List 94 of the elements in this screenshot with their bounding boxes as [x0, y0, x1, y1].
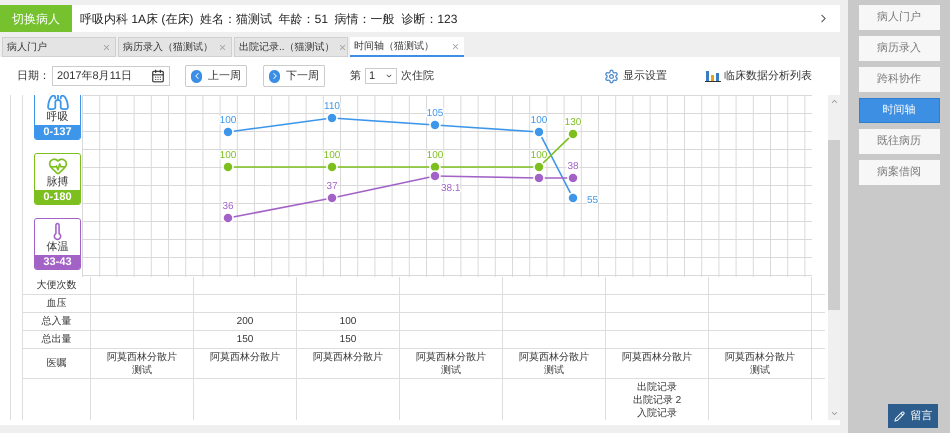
data-label: 55 — [587, 195, 598, 206]
data-label: 37 — [326, 181, 338, 192]
settings-icon — [604, 68, 619, 84]
table-cell-text: 阿莫西林分散片 — [313, 351, 383, 364]
admission-suffix: 次住院 — [401, 68, 434, 84]
side-nav-item[interactable]: 既往病历 — [858, 129, 940, 154]
data-point — [533, 126, 545, 138]
data-point — [326, 112, 338, 124]
data-label: 36 — [222, 201, 234, 212]
data-label: 100 — [530, 115, 548, 126]
table-cell-text: 测试 — [544, 364, 564, 377]
scroll-down-icon[interactable] — [830, 409, 838, 418]
data-label: 100 — [324, 150, 340, 161]
legend-range: 0-180 — [35, 190, 80, 204]
data-label: 105 — [426, 108, 444, 119]
close-icon[interactable] — [218, 42, 227, 52]
row-label: 医嘱 — [46, 357, 66, 371]
display-settings-button[interactable]: 显示设置 — [604, 68, 667, 84]
data-point — [326, 192, 338, 204]
admission-prefix: 第 — [350, 68, 361, 84]
admission-select[interactable]: 1 — [365, 68, 397, 84]
scroll-up-icon[interactable] — [830, 97, 838, 106]
close-icon[interactable] — [451, 42, 460, 50]
patient-info: 呼吸内科 1A床 (在床) 姓名：猫测试 年龄：51 病情：一般 诊断：123 — [80, 10, 458, 28]
message-button[interactable]: 留言 — [888, 404, 938, 428]
close-icon[interactable] — [102, 42, 111, 52]
chevron-left-icon — [191, 70, 202, 82]
tab[interactable]: 时间轴（猫测试） — [350, 37, 464, 57]
scroll-thumb[interactable] — [828, 140, 840, 310]
dropdown-icon — [385, 72, 393, 80]
data-point — [222, 212, 234, 224]
data-label: 100 — [220, 115, 236, 126]
table-cell-text: 入院记录 — [637, 407, 677, 420]
data-point — [567, 192, 579, 204]
data-label: 130 — [564, 117, 582, 128]
close-icon[interactable] — [338, 42, 347, 52]
data-label: 38 — [567, 161, 579, 172]
side-nav-item[interactable]: 病历录入 — [858, 36, 940, 61]
calendar-icon[interactable] — [151, 69, 165, 83]
table-cell-text: 阿莫西林分散片 — [622, 351, 692, 364]
date-field[interactable]: 2017年8月11日 — [52, 66, 170, 86]
table-cell-text: 100 — [340, 315, 356, 328]
table-cell-text: 150 — [236, 333, 254, 346]
pencil-icon — [894, 410, 904, 422]
table-cell-text: 阿莫西林分散片 — [107, 351, 177, 364]
table-cell-text: 测试 — [441, 364, 461, 377]
table-cell-text: 阿莫西林分散片 — [210, 351, 280, 364]
side-nav-item[interactable]: 病人门户 — [858, 5, 940, 30]
table-cell-text: 200 — [236, 315, 254, 328]
data-point — [429, 161, 441, 173]
data-point — [326, 161, 338, 173]
data-point — [533, 172, 545, 184]
data-label: 110 — [324, 101, 340, 112]
prev-week-button[interactable]: 上一周 — [185, 65, 247, 87]
data-point — [429, 170, 441, 182]
legend-name: 体温 — [46, 241, 68, 254]
table-cell-text: 出院记录 — [637, 381, 677, 394]
table-cell-text: 150 — [340, 333, 356, 346]
legend-range: 33-43 — [35, 255, 80, 269]
scrollbar[interactable] — [828, 95, 840, 420]
data-point — [567, 128, 579, 140]
data-label: 100 — [426, 150, 444, 161]
data-label: 100 — [530, 150, 548, 161]
next-week-button[interactable]: 下一周 — [263, 65, 325, 87]
row-label: 血压 — [46, 297, 66, 311]
date-label: 日期： — [17, 68, 50, 84]
table-cell-text: 阿莫西林分散片 — [416, 351, 486, 364]
table-cell-text: 阿莫西林分散片 — [725, 351, 795, 364]
heart-pulse-icon — [48, 156, 68, 176]
legend-range: 0-137 — [35, 125, 80, 139]
data-point — [429, 119, 441, 131]
analysis-list-button[interactable]: 临床数据分析列表 — [705, 68, 812, 84]
table-cell-text: 测试 — [750, 364, 770, 377]
chevron-right-icon — [269, 70, 280, 82]
legend-name: 脉搏 — [46, 176, 68, 189]
data-point — [533, 161, 545, 173]
data-label: 38.1 — [441, 183, 460, 194]
row-label: 总入量 — [42, 314, 72, 329]
side-nav-item[interactable]: 跨科协作 — [858, 67, 940, 92]
row-label: 总出量 — [42, 332, 72, 347]
data-point — [567, 172, 579, 184]
data-point — [222, 161, 234, 173]
data-point — [222, 126, 234, 138]
tab[interactable]: 病历录入（猫测试） — [118, 37, 232, 57]
table-cell-text: 阿莫西林分散片 — [519, 351, 589, 364]
bar-chart-icon — [705, 70, 721, 82]
table-cell-text: 测试 — [132, 364, 152, 377]
side-nav-item[interactable]: 病案借阅 — [858, 160, 940, 185]
tab[interactable]: 出院记录..（猫测试） — [234, 37, 348, 57]
table-cell-text: 出院记录 2 — [632, 394, 682, 407]
tab[interactable]: 病人门户 — [2, 37, 116, 57]
data-label: 100 — [220, 150, 236, 161]
row-label: 大便次数 — [36, 278, 76, 293]
legend-name: 呼吸 — [46, 111, 68, 124]
